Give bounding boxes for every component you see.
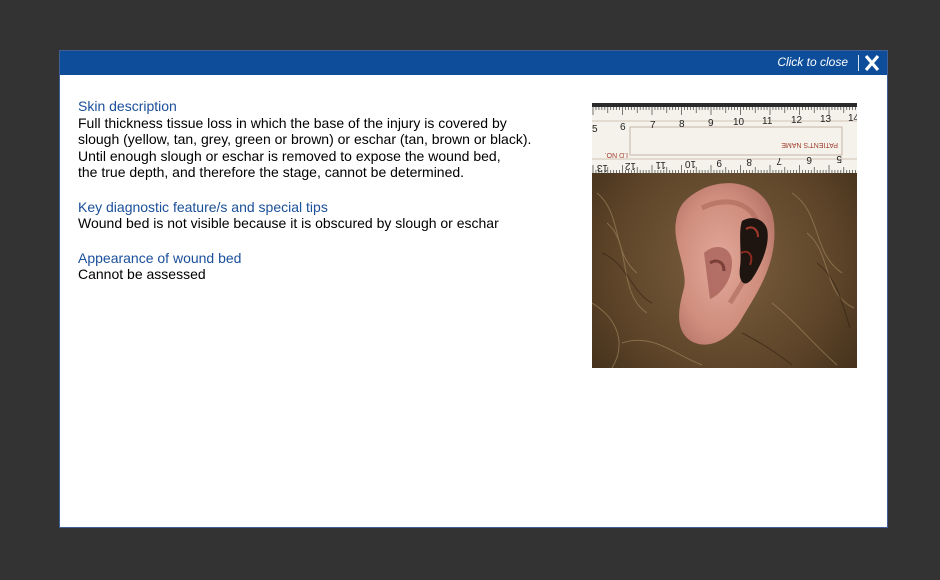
ruler-id-label: I.D NO. <box>605 151 628 158</box>
section-heading: Appearance of wound bed <box>78 249 242 266</box>
ruler-number: 7 <box>776 155 782 166</box>
section-heading: Skin description <box>78 98 177 114</box>
ruler-number: 9 <box>716 157 722 168</box>
ruler-number: 10 <box>684 158 696 169</box>
close-x-icon[interactable] <box>864 54 880 72</box>
section-body: Full thickness tissue loss in which the … <box>78 114 532 181</box>
wound-photo: 5 6 7 8 9 10 11 12 13 14 13 12 11 10 9 8… <box>592 103 857 368</box>
ruler-number: 9 <box>708 118 714 129</box>
section-wound-bed: Appearance of wound bed Cannot be assess… <box>78 250 558 283</box>
ruler-number: 5 <box>836 153 842 164</box>
ruler-number: 13 <box>820 114 832 125</box>
ruler-number: 13 <box>596 162 608 173</box>
ruler-number: 6 <box>806 154 812 165</box>
ruler-number: 7 <box>650 120 656 131</box>
click-to-close-label[interactable]: Click to close <box>777 55 848 69</box>
section-skin-description: Skin description Full thickness tissue l… <box>78 98 558 181</box>
section-body: Cannot be assessed <box>78 266 206 282</box>
ruler-number: 5 <box>592 124 598 135</box>
section-heading: Key diagnostic feature/s and special tip… <box>78 198 328 215</box>
ruler-name-label: PATIENT'S NAME <box>781 141 838 148</box>
ruler-number: 8 <box>679 119 685 130</box>
ruler-number: 8 <box>746 156 752 167</box>
ruler-number: 14 <box>848 113 857 124</box>
modal-dialog: Click to close Skin description Full thi… <box>59 50 888 528</box>
ruler-number: 11 <box>762 116 773 127</box>
ruler-number: 12 <box>791 115 803 126</box>
ruler-number: 6 <box>620 122 626 133</box>
ruler-number: 12 <box>624 160 636 171</box>
ruler-number: 11 <box>655 159 666 170</box>
section-key-diagnostic: Key diagnostic feature/s and special tip… <box>78 199 558 232</box>
ruler-number: 10 <box>733 117 745 128</box>
section-body: Wound bed is not visible because it is o… <box>78 215 499 231</box>
description-content: Skin description Full thickness tissue l… <box>78 98 558 301</box>
header-divider <box>858 55 859 71</box>
modal-header: Click to close <box>60 51 887 75</box>
